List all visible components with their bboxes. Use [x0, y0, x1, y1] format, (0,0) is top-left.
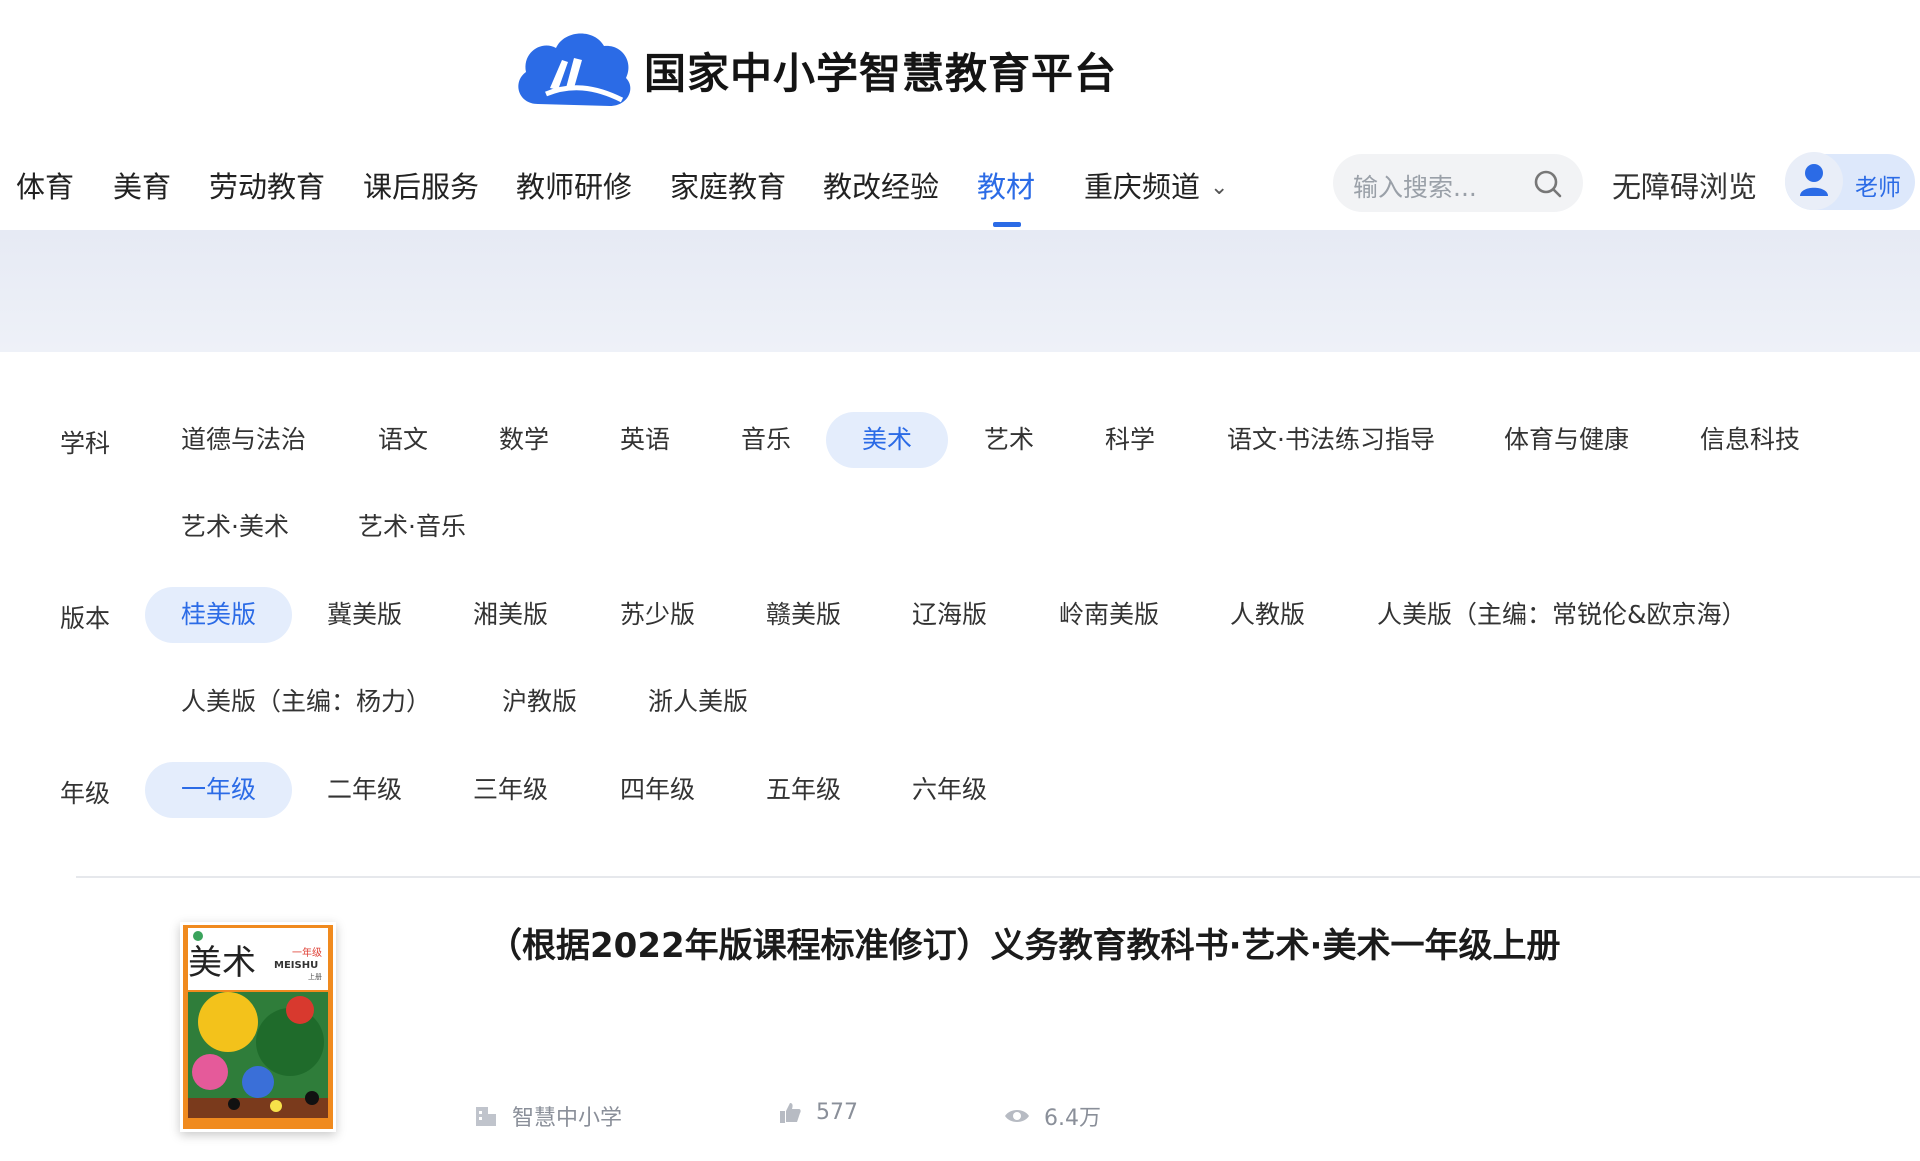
edition-chip[interactable]: 湘美版	[437, 587, 584, 643]
user-role-label: 老师	[1855, 175, 1901, 201]
nav-item-chongqing[interactable]: 重庆频道 ⌄	[1084, 164, 1228, 206]
eye-icon	[1005, 1110, 1029, 1122]
cover-pinyin: MEISHU	[274, 960, 318, 971]
subject-chip[interactable]: 语文·书法练习指导	[1191, 412, 1471, 468]
subject-chip[interactable]: 道德与法治	[145, 412, 342, 468]
chevron-down-icon: ⌄	[1210, 175, 1229, 200]
subject-chip[interactable]: 体育与健康	[1468, 412, 1665, 468]
book-publisher: 智慧中小学	[474, 1100, 622, 1132]
edition-chip[interactable]: 辽海版	[876, 587, 1023, 643]
edition-chip[interactable]: 人美版（主编：杨力）	[145, 674, 467, 730]
subject-chip-selected[interactable]: 美术	[826, 412, 949, 468]
edition-filter-label: 版本	[60, 604, 111, 633]
book-title[interactable]: （根据2022年版课程标准修订）义务教育教科书·艺术·美术一年级上册	[488, 918, 1560, 967]
grade-chip[interactable]: 二年级	[291, 762, 438, 818]
subject-chip[interactable]: 艺术·美术	[145, 499, 325, 555]
nav-active-indicator	[993, 222, 1021, 227]
book-cover-image: 美术 一年级 MEISHU 上册	[183, 925, 333, 1129]
avatar	[1785, 152, 1843, 210]
edition-chip[interactable]: 苏少版	[584, 587, 731, 643]
nav-item-after-school[interactable]: 课后服务	[363, 164, 479, 206]
grade-chip[interactable]: 四年级	[584, 762, 731, 818]
edition-chip[interactable]: 浙人美版	[612, 674, 784, 730]
edition-chip[interactable]: 冀美版	[291, 587, 438, 643]
divider	[76, 876, 1920, 878]
nav-item-family-education[interactable]: 家庭教育	[670, 164, 786, 206]
subject-chip[interactable]: 艺术	[948, 412, 1070, 468]
edition-chip[interactable]: 沪教版	[466, 674, 613, 730]
user-icon	[1800, 164, 1828, 196]
nav-item-teacher-training[interactable]: 教师研修	[516, 164, 632, 206]
nav-item-textbooks[interactable]: 教材	[977, 164, 1035, 206]
search-box[interactable]: 输入搜索...	[1333, 154, 1583, 212]
subject-chip[interactable]: 英语	[584, 412, 706, 468]
edition-chip[interactable]: 赣美版	[730, 587, 877, 643]
search-icon[interactable]	[1533, 169, 1563, 199]
nav-item-labor[interactable]: 劳动教育	[209, 164, 325, 206]
nav-item-sports[interactable]: 体育	[16, 164, 74, 206]
nav-item-chongqing-label: 重庆频道	[1084, 170, 1201, 204]
book-views: 6.4万	[1004, 1100, 1101, 1132]
search-input[interactable]: 输入搜索...	[1353, 168, 1477, 204]
nav-item-aesthetic[interactable]: 美育	[113, 164, 171, 206]
site-logo[interactable]: 国家中小学智慧教育平台	[510, 22, 1117, 118]
grade-filter-label: 年级	[60, 779, 111, 808]
user-menu[interactable]: 老师	[1785, 152, 1915, 210]
subject-chip[interactable]: 数学	[463, 412, 585, 468]
subject-filter-label: 学科	[60, 429, 111, 458]
edition-chip[interactable]: 岭南美版	[1023, 587, 1195, 643]
grade-chip[interactable]: 六年级	[876, 762, 1023, 818]
accessibility-link[interactable]: 无障碍浏览	[1612, 164, 1757, 206]
book-cover[interactable]: 美术 一年级 MEISHU 上册	[180, 922, 336, 1132]
building-icon	[476, 1107, 496, 1126]
subject-chip[interactable]: 信息科技	[1664, 412, 1836, 468]
site-title: 国家中小学智慧教育平台	[644, 48, 1118, 98]
subject-chip[interactable]: 科学	[1069, 412, 1191, 468]
grade-chip[interactable]: 三年级	[437, 762, 584, 818]
thumbs-up-icon	[780, 1102, 801, 1123]
subject-chip[interactable]: 艺术·音乐	[322, 499, 502, 555]
cover-title: 美术	[188, 943, 256, 983]
banner	[0, 230, 1920, 352]
subject-chip[interactable]: 音乐	[705, 412, 827, 468]
nav-item-reform-experience[interactable]: 教改经验	[823, 164, 939, 206]
likes-count: 577	[816, 1100, 858, 1125]
cloud-book-logo-icon	[518, 33, 631, 106]
views-count: 6.4万	[1044, 1106, 1101, 1131]
cover-volume: 上册	[308, 972, 322, 981]
subject-chip[interactable]: 语文	[342, 412, 464, 468]
grade-chip-selected[interactable]: 一年级	[145, 762, 293, 818]
book-likes[interactable]: 577	[778, 1100, 858, 1125]
cover-grade: 一年级	[292, 946, 322, 959]
main-nav: 体育 美育 劳动教育 课后服务 教师研修 家庭教育 教改经验 教材 重庆频道 ⌄ …	[0, 150, 1920, 230]
edition-chip[interactable]: 人教版	[1194, 587, 1341, 643]
publisher-name: 智慧中小学	[512, 1106, 623, 1131]
edition-chip[interactable]: 人美版（主编：常锐伦&欧京海）	[1341, 587, 1783, 643]
grade-chip[interactable]: 五年级	[730, 762, 877, 818]
edition-chip-selected[interactable]: 桂美版	[145, 587, 293, 643]
